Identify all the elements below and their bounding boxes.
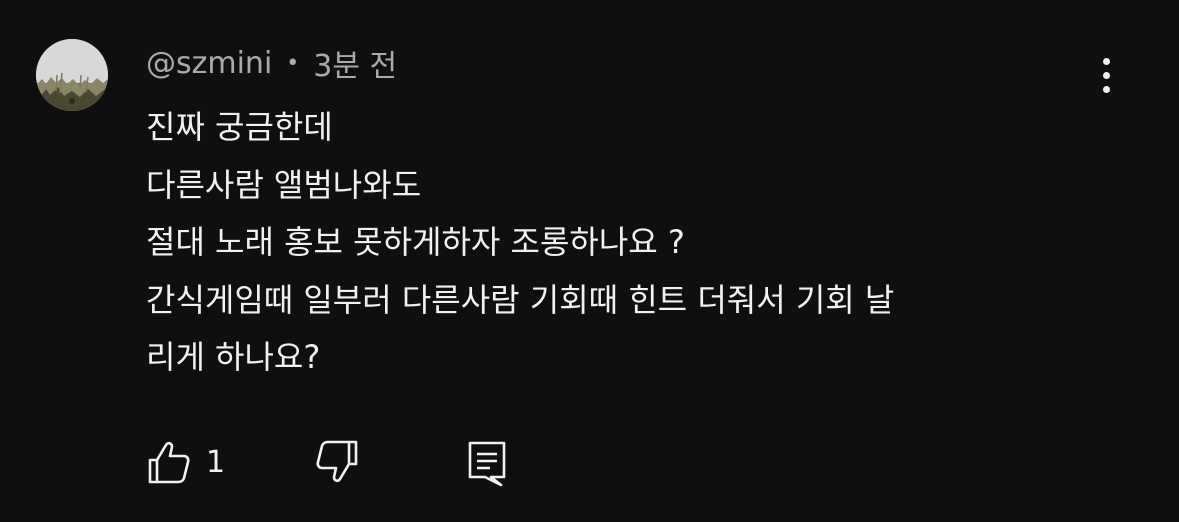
comment-line: 진짜 궁금한데 — [146, 108, 333, 146]
thumbs-up-icon — [148, 441, 190, 484]
author-name[interactable]: @szmini — [146, 46, 272, 81]
dislike-button[interactable] — [314, 436, 360, 488]
comment-line: 다른사람 앨범나와도 — [146, 165, 422, 204]
more-actions-button[interactable] — [1086, 52, 1126, 98]
reply-button[interactable] — [464, 436, 510, 488]
comment-line: 절대 노래 홍보 못하게하자 조롱하나요 ? — [146, 223, 685, 261]
comment-thread-item: @szmini • 3분 전 진짜 궁금한데 다른사람 앨범나와도 절대 노래 … — [0, 0, 1179, 522]
comment-line: 리게 하나요? — [146, 338, 321, 376]
avatar-image — [36, 39, 108, 111]
thumbs-down-icon — [316, 440, 358, 483]
comment-timestamp[interactable]: 3분 전 — [313, 41, 397, 85]
comment-reply-icon — [468, 441, 506, 487]
avatar[interactable] — [36, 39, 108, 111]
comment-action-bar: 1 — [146, 436, 546, 488]
like-button[interactable]: 1 — [146, 436, 225, 488]
comment-line: 간식게임때 일부러 다른사람 기회때 힌트 더줘서 기회 날 — [146, 280, 895, 319]
comment-header: @szmini • 3분 전 — [146, 41, 397, 85]
meta-separator: • — [286, 50, 300, 76]
vertical-ellipsis-icon — [1102, 57, 1110, 65]
like-count: 1 — [206, 444, 226, 480]
comment-body: 진짜 궁금한데 다른사람 앨범나와도 절대 노래 홍보 못하게하자 조롱하나요 … — [146, 99, 1106, 387]
